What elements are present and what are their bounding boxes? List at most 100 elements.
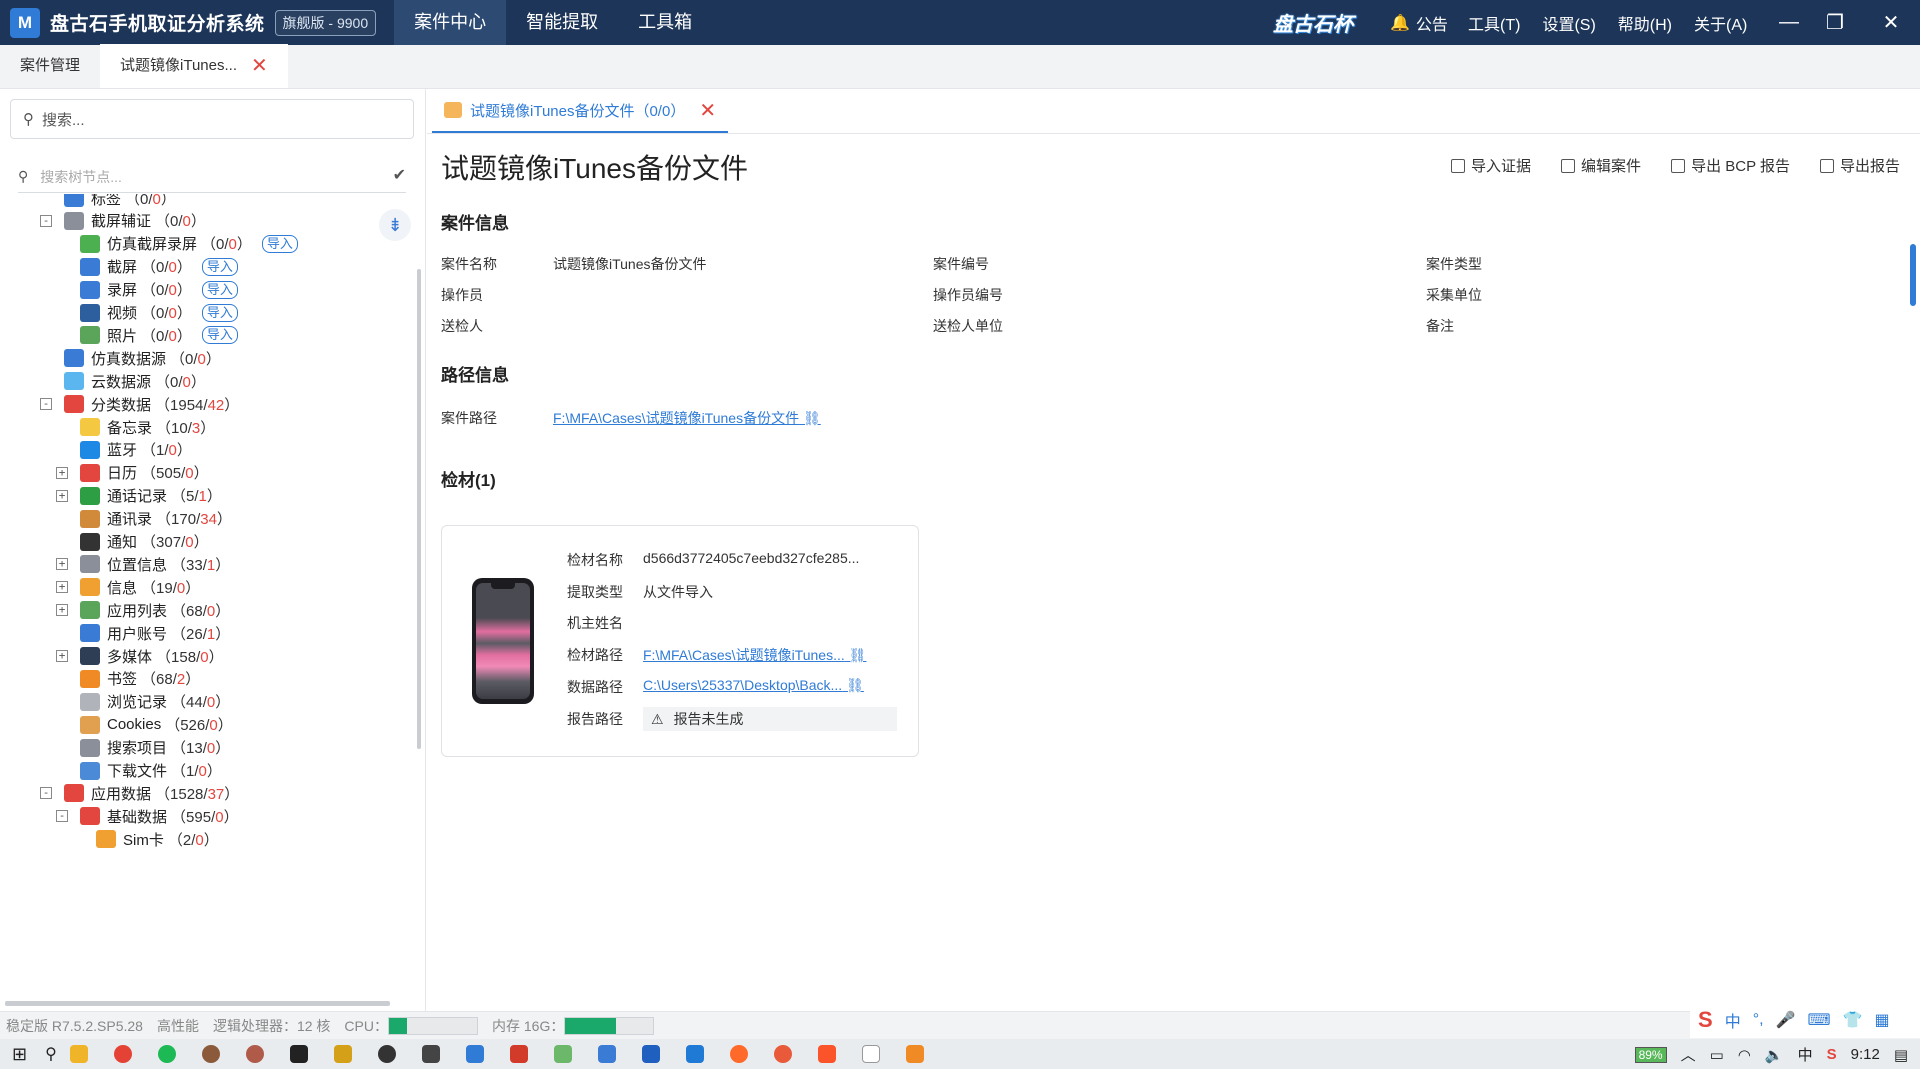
import-button[interactable]: 导入: [201, 257, 238, 276]
tree-item-count: （2/0）: [167, 831, 219, 849]
nav-toolbox[interactable]: 工具箱: [618, 0, 712, 45]
app-icon[interactable]: [553, 1045, 572, 1063]
tree-item-count: （1/0）: [141, 442, 192, 460]
nav-smart-extract[interactable]: 智能提取: [506, 0, 618, 45]
terminal-icon[interactable]: [421, 1045, 440, 1063]
search-icon[interactable]: ⚲: [45, 1044, 57, 1064]
edit-case-button[interactable]: 编辑案件: [1561, 155, 1641, 176]
app-icon[interactable]: [597, 1045, 616, 1063]
menu-tools[interactable]: 工具(T): [1468, 11, 1520, 35]
app-icon[interactable]: [509, 1045, 528, 1063]
file-explorer-icon[interactable]: [69, 1045, 88, 1063]
collapse-toggle-icon[interactable]: -: [40, 398, 52, 411]
ime-toolbar[interactable]: S 中 °, 🎤 ⌨ 👕 ▦: [1690, 1002, 1920, 1038]
tray-lang[interactable]: 中: [1798, 1044, 1813, 1065]
import-button[interactable]: 导入: [201, 280, 238, 299]
clock[interactable]: 9:12: [1851, 1046, 1880, 1063]
tree-horizontal-scrollbar[interactable]: [5, 1001, 390, 1006]
tab-itunes-case[interactable]: 试题镜像iTunes... ✕: [100, 44, 288, 88]
total-count: 0: [170, 373, 179, 391]
expand-toggle-icon[interactable]: +: [56, 558, 68, 571]
notification-icon[interactable]: ▤: [1894, 1046, 1908, 1064]
evidence-path-link[interactable]: F:\MFA\Cases\试题镜像iTunes... ⛓: [643, 645, 866, 665]
windows-start-icon[interactable]: ⊞: [12, 1044, 27, 1065]
collapse-toggle-icon[interactable]: -: [40, 787, 52, 800]
close-tab-icon[interactable]: ✕: [251, 44, 268, 88]
sogou-tray-icon[interactable]: S: [1827, 1046, 1837, 1063]
export-bcp-button[interactable]: 导出 BCP 报告: [1671, 155, 1790, 176]
case-subtab[interactable]: 试题镜像iTunes备份文件（0/0） ✕: [432, 89, 729, 133]
search-input[interactable]: ⚲ 搜索...: [10, 99, 414, 139]
punctuation-icon[interactable]: °,: [1753, 1011, 1764, 1029]
collapse-toggle-icon[interactable]: -: [56, 810, 68, 823]
total-count: 44: [186, 694, 203, 712]
expand-toggle-icon[interactable]: +: [56, 489, 68, 502]
expand-toggle-icon[interactable]: +: [56, 604, 68, 617]
app-icon[interactable]: [333, 1045, 352, 1063]
case-path-link[interactable]: F:\MFA\Cases\试题镜像iTunes备份文件 ⛓: [553, 408, 821, 428]
tree-item[interactable]: Sim卡 （2/0）: [72, 825, 219, 853]
battery-icon[interactable]: 89%: [1634, 1046, 1667, 1063]
calendar-icon: [80, 463, 100, 482]
menu-about[interactable]: 关于(A): [1694, 11, 1747, 35]
total-count: 505: [156, 465, 182, 483]
collapse-toggle-icon[interactable]: -: [40, 214, 52, 227]
app-avatar-icon[interactable]: [201, 1045, 220, 1063]
app-icon[interactable]: [377, 1045, 396, 1063]
restore-icon[interactable]: ❐: [1810, 0, 1860, 45]
total-count: 1: [156, 442, 165, 460]
deleted-count: 0: [168, 305, 177, 322]
tree-item-count: （19/0）: [141, 579, 201, 597]
app-avatar-icon[interactable]: [245, 1045, 264, 1063]
tree-search-input[interactable]: ⚲ 搜索树节点... ✔: [18, 161, 406, 193]
typora-icon[interactable]: [861, 1045, 880, 1063]
tree-item-count: （595/0）: [171, 808, 239, 826]
outlook-icon[interactable]: [641, 1045, 660, 1063]
forensics-app-icon[interactable]: [905, 1045, 924, 1063]
import-button[interactable]: 导入: [201, 303, 238, 322]
data-path-link[interactable]: C:\Users\25337\Desktop\Back... ⛓: [643, 677, 864, 697]
vscode-icon[interactable]: [685, 1045, 704, 1063]
expand-toggle-icon[interactable]: +: [56, 581, 68, 594]
tree-scrollbar[interactable]: [417, 269, 421, 749]
notion-icon[interactable]: [289, 1045, 308, 1063]
microphone-icon[interactable]: 🎤: [1776, 1010, 1796, 1030]
tree-item-count: （68/0）: [171, 602, 231, 620]
close-icon[interactable]: ✕: [1866, 0, 1916, 45]
chevron-up-icon[interactable]: ︿: [1681, 1044, 1696, 1065]
menu-help[interactable]: 帮助(H): [1618, 11, 1672, 35]
clear-filter-icon[interactable]: ✔: [393, 165, 406, 185]
import-button[interactable]: 导入: [261, 234, 298, 253]
minimize-icon[interactable]: —: [1764, 0, 1814, 45]
tab-case-management[interactable]: 案件管理: [0, 44, 100, 88]
app-icon[interactable]: [465, 1045, 484, 1063]
import-evidence-button[interactable]: 导入证据: [1451, 155, 1531, 176]
ime-lang[interactable]: 中: [1725, 1008, 1741, 1032]
export-report-button[interactable]: 导出报告: [1819, 155, 1900, 176]
nav-case-center[interactable]: 案件中心: [394, 0, 507, 45]
path-info-title: 路径信息: [441, 366, 509, 385]
import-button[interactable]: 导入: [201, 326, 238, 345]
menu-settings[interactable]: 设置(S): [1542, 11, 1595, 35]
brave-icon[interactable]: [817, 1045, 836, 1063]
bluetooth-icon: [80, 440, 100, 459]
skin-icon[interactable]: 👕: [1843, 1010, 1863, 1030]
expand-toggle-icon[interactable]: +: [56, 466, 68, 479]
grid-icon[interactable]: ▦: [1874, 1010, 1889, 1030]
chrome-icon[interactable]: [113, 1045, 132, 1063]
evidence-card[interactable]: 检材名称 d566d3772405c7eebd327cfe285... 提取类型 从…: [441, 525, 919, 757]
deleted-count: 0: [152, 194, 161, 208]
notice-button[interactable]: 🔔 公告: [1390, 11, 1448, 35]
expand-toggle-icon[interactable]: +: [56, 650, 68, 662]
spotify-icon[interactable]: [157, 1045, 176, 1063]
case-name-label: 案件名称: [441, 256, 497, 272]
wifi-icon[interactable]: ◠: [1738, 1046, 1751, 1064]
main-scrollbar[interactable]: [1910, 244, 1916, 306]
keyboard-icon[interactable]: ⌨: [1807, 1010, 1830, 1030]
volume-icon[interactable]: 🔈: [1765, 1046, 1784, 1064]
power-icon[interactable]: ▭: [1710, 1046, 1724, 1064]
firefox-icon[interactable]: [729, 1045, 748, 1063]
deleted-count: 37: [207, 785, 225, 803]
app-icon[interactable]: [773, 1045, 792, 1063]
close-subtab-icon[interactable]: ✕: [699, 98, 716, 123]
